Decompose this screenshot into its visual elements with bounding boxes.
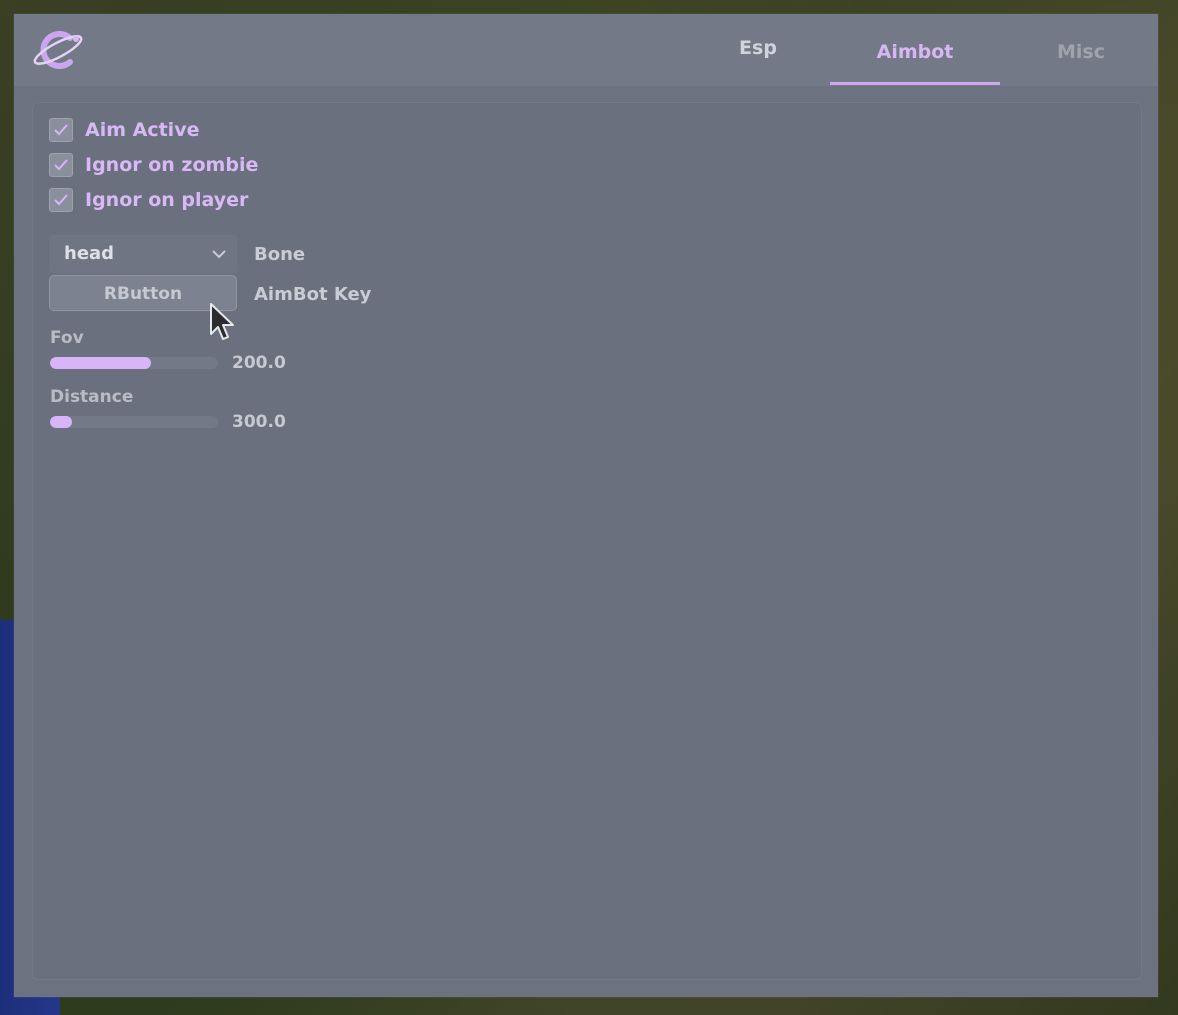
distance-slider-title: Distance <box>50 387 134 407</box>
planet-logo-icon <box>33 31 83 69</box>
checkbox-box[interactable] <box>49 153 73 177</box>
checkbox-label: Ignor on zombie <box>85 154 259 176</box>
fov-slider-value: 200.0 <box>232 353 286 373</box>
bone-select-value: head <box>64 243 115 264</box>
check-icon <box>54 124 68 136</box>
checkbox-box[interactable] <box>49 118 73 142</box>
tab-misc[interactable]: Misc <box>1044 14 1118 86</box>
aimbot-panel: Aim Active Ignor on zombie Ignor on play… <box>32 102 1142 980</box>
bone-select[interactable]: head <box>49 235 237 273</box>
menu-window: Esp Aimbot Misc Aim Active Ignor on zomb… <box>14 14 1158 997</box>
ignore-zombie-checkbox[interactable]: Ignor on zombie <box>49 152 258 178</box>
tab-esp[interactable]: Esp <box>720 14 796 86</box>
checkbox-label: Ignor on player <box>85 189 249 211</box>
fov-slider[interactable] <box>50 357 218 369</box>
check-icon <box>54 159 68 171</box>
distance-slider[interactable] <box>50 416 218 428</box>
distance-slider-fill <box>50 416 72 428</box>
active-tab-indicator <box>830 82 1000 85</box>
fov-slider-title: Fov <box>50 328 84 348</box>
aimbot-key-label: AimBot Key <box>254 284 372 305</box>
checkbox-label: Aim Active <box>85 119 200 141</box>
distance-slider-value: 300.0 <box>232 412 286 432</box>
bone-label: Bone <box>254 244 306 265</box>
ignore-player-checkbox[interactable]: Ignor on player <box>49 187 248 213</box>
tab-aimbot[interactable]: Aimbot <box>830 14 1000 86</box>
mouse-cursor-icon <box>210 303 234 340</box>
checkbox-box[interactable] <box>49 188 73 212</box>
check-icon <box>54 194 68 206</box>
title-bar: Esp Aimbot Misc <box>14 14 1158 86</box>
chevron-down-icon <box>212 250 226 259</box>
aim-active-checkbox[interactable]: Aim Active <box>49 117 199 143</box>
fov-slider-fill <box>50 357 151 369</box>
